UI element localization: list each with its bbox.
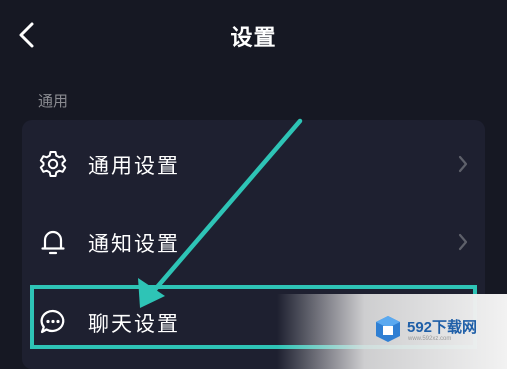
general-settings-label: 通用设置 [88,154,180,178]
gear-icon [39,151,67,177]
watermark: 592下载网 www.592xz.com [277,294,507,369]
watermark-subtext: www.592xz.com [408,336,452,342]
general-settings-row[interactable]: 通用设置 [22,124,485,204]
notification-settings-row[interactable]: 通知设置 [22,202,485,282]
site-logo-icon [376,316,400,342]
settings-screen: 设置 通用 通用设置 通知设置 聊天设置 592下载网 www.592xz.co… [0,0,507,369]
notification-settings-label: 通知设置 [88,232,180,256]
header-bar: 设置 [0,0,507,72]
watermark-text: 592下载网 [407,319,478,336]
bell-icon [41,230,65,255]
chevron-right-icon [458,155,468,173]
section-label-general: 通用 [38,92,69,110]
chevron-right-icon [458,233,468,251]
page-title: 设置 [230,26,277,51]
